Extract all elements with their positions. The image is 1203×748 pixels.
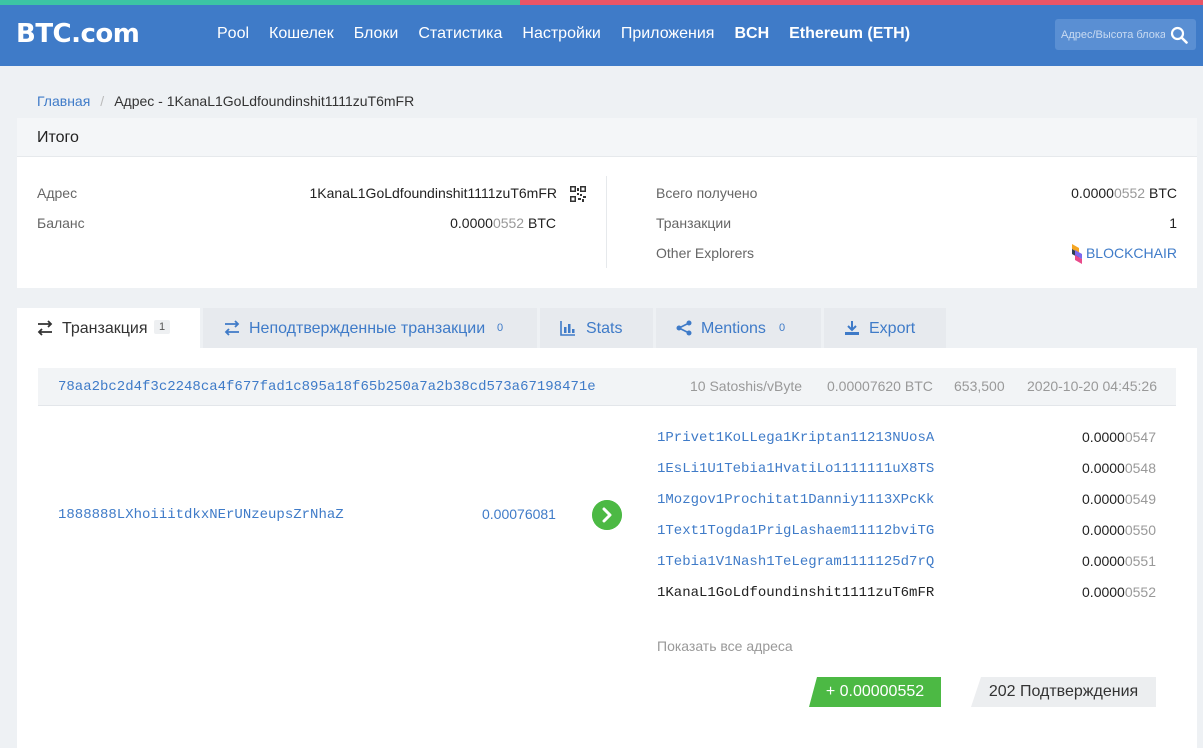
tab-unconfirmed[interactable]: Неподтвержденные транзакции 0 — [203, 308, 537, 348]
tx-header-bar: 78aa2bc2d4f3c2248ca4f677fad1c895a18f65b2… — [38, 368, 1176, 406]
tab-label: Транзакция — [62, 320, 148, 337]
tab-count: 1 — [154, 320, 171, 334]
output-address-link[interactable]: 1Tebia1V1Nash1TeLegram1111125d7rQ — [657, 554, 934, 570]
tx-time: 2020-10-20 04:45:26 — [1027, 378, 1157, 394]
tab-count: 0 — [779, 322, 786, 334]
balance-label: Баланс — [37, 215, 85, 231]
address-value: 1KanaL1GoLdfoundinshit1111zuT6mFR — [309, 185, 558, 201]
address-label: Адрес — [37, 185, 78, 201]
tab-count: 0 — [497, 322, 504, 334]
tx-count-label: Транзакции — [656, 215, 732, 231]
received-value: 0.00000552 BTC — [1071, 185, 1177, 201]
output-address-link[interactable]: 1EsLi1U1Tebia1HvatiLo1111111uX8TS — [657, 461, 934, 477]
tab-label: Stats — [586, 320, 623, 337]
output-amount: 0.00000551 — [1082, 553, 1156, 569]
tx-count-value: 1 — [1169, 215, 1177, 231]
tab-transactions[interactable]: Транзакция 1 — [17, 308, 200, 348]
breadcrumb-home[interactable]: Главная — [37, 93, 90, 109]
output-address-link[interactable]: 1Mozgov1Prochitat1Danniy1113XPcKk — [657, 492, 934, 508]
tab-label: Export — [869, 320, 916, 337]
output-address-link[interactable]: 1Text1Togda1PrigLashaem11112bviTG — [657, 523, 934, 539]
summary-divider — [606, 176, 607, 268]
tx-hash-link[interactable]: 78aa2bc2d4f3c2248ca4f677fad1c895a18f65b2… — [58, 379, 596, 395]
search-icon[interactable] — [1170, 26, 1188, 44]
nav-settings[interactable]: Настройки — [522, 25, 600, 43]
top-header: BTC.com Pool Кошелек Блоки Статистика На… — [0, 5, 1203, 66]
nav-stats[interactable]: Статистика — [418, 25, 502, 43]
output-amount: 0.00000549 — [1082, 491, 1156, 507]
breadcrumb-separator: / — [100, 93, 105, 109]
search-input[interactable] — [1055, 19, 1165, 50]
site-logo[interactable]: BTC.com — [16, 19, 140, 49]
balance-value: 0.00000552 BTC — [450, 215, 556, 231]
summary-title: Итого — [17, 118, 1197, 157]
tab-export[interactable]: Export — [824, 308, 946, 348]
tx-fee-rate: 10 Satoshis/vByte — [690, 378, 803, 394]
tx-block-height[interactable]: 653,500 — [954, 378, 1005, 394]
output-amount: 0.00000548 — [1082, 460, 1156, 476]
nav-bch[interactable]: BCH — [734, 25, 769, 43]
confirmations-badge: 202 Подтверждения — [971, 677, 1156, 707]
input-address-link[interactable]: 1888888LXhoiiitdkxNErUNzeupsZrNhaZ — [58, 507, 344, 523]
explorers-label: Other Explorers — [656, 245, 755, 261]
download-icon — [845, 321, 859, 335]
share-icon — [676, 320, 692, 336]
bar-chart-icon — [560, 321, 575, 336]
nav-pool[interactable]: Pool — [217, 25, 249, 43]
nav-apps[interactable]: Приложения — [621, 25, 715, 43]
output-amount: 0.00000547 — [1082, 429, 1156, 445]
received-label: Всего получено — [656, 185, 758, 201]
nav-eth[interactable]: Ethereum (ETH) — [789, 25, 910, 43]
chevron-right-icon — [592, 500, 622, 530]
output-address-current: 1KanaL1GoLdfoundinshit1111zuT6mFR — [657, 585, 935, 601]
swap-icon — [224, 320, 240, 336]
tab-label: Mentions — [701, 320, 766, 337]
main-nav: Pool Кошелек Блоки Статистика Настройки … — [217, 25, 930, 43]
tab-label: Неподтвержденные транзакции — [249, 320, 486, 337]
show-all-addresses-link[interactable]: Показать все адреса — [657, 638, 793, 654]
breadcrumb-current: Адрес - 1KanaL1GoLdfoundinshit1111zuT6mF… — [114, 93, 415, 109]
tab-stats[interactable]: Stats — [540, 308, 653, 348]
tab-mentions[interactable]: Mentions 0 — [656, 308, 821, 348]
summary-card: Итого Адрес 1KanaL1GoLdfoundinshit1111zu… — [17, 118, 1197, 288]
output-amount: 0.00000550 — [1082, 522, 1156, 538]
tx-fee: 0.00007620 BTC — [827, 378, 933, 394]
net-change-badge: + 0.00000552 — [809, 677, 941, 707]
output-amount: 0.00000552 — [1082, 584, 1156, 600]
blockchair-logo-icon — [1072, 244, 1082, 264]
nav-blocks[interactable]: Блоки — [354, 25, 399, 43]
search-box — [1055, 19, 1196, 50]
swap-icon — [37, 320, 53, 336]
transactions-panel: 78aa2bc2d4f3c2248ca4f677fad1c895a18f65b2… — [17, 348, 1197, 748]
output-address-link[interactable]: 1Privet1KoLLega1Kriptan11213NUosA — [657, 430, 934, 446]
input-amount: 0.00076081 — [482, 506, 556, 522]
qr-code-icon[interactable] — [570, 186, 586, 202]
blockchair-link[interactable]: BLOCKCHAIR — [1086, 245, 1177, 261]
breadcrumb: Главная / Адрес - 1KanaL1GoLdfoundinshit… — [37, 93, 414, 109]
nav-wallet[interactable]: Кошелек — [269, 25, 334, 43]
